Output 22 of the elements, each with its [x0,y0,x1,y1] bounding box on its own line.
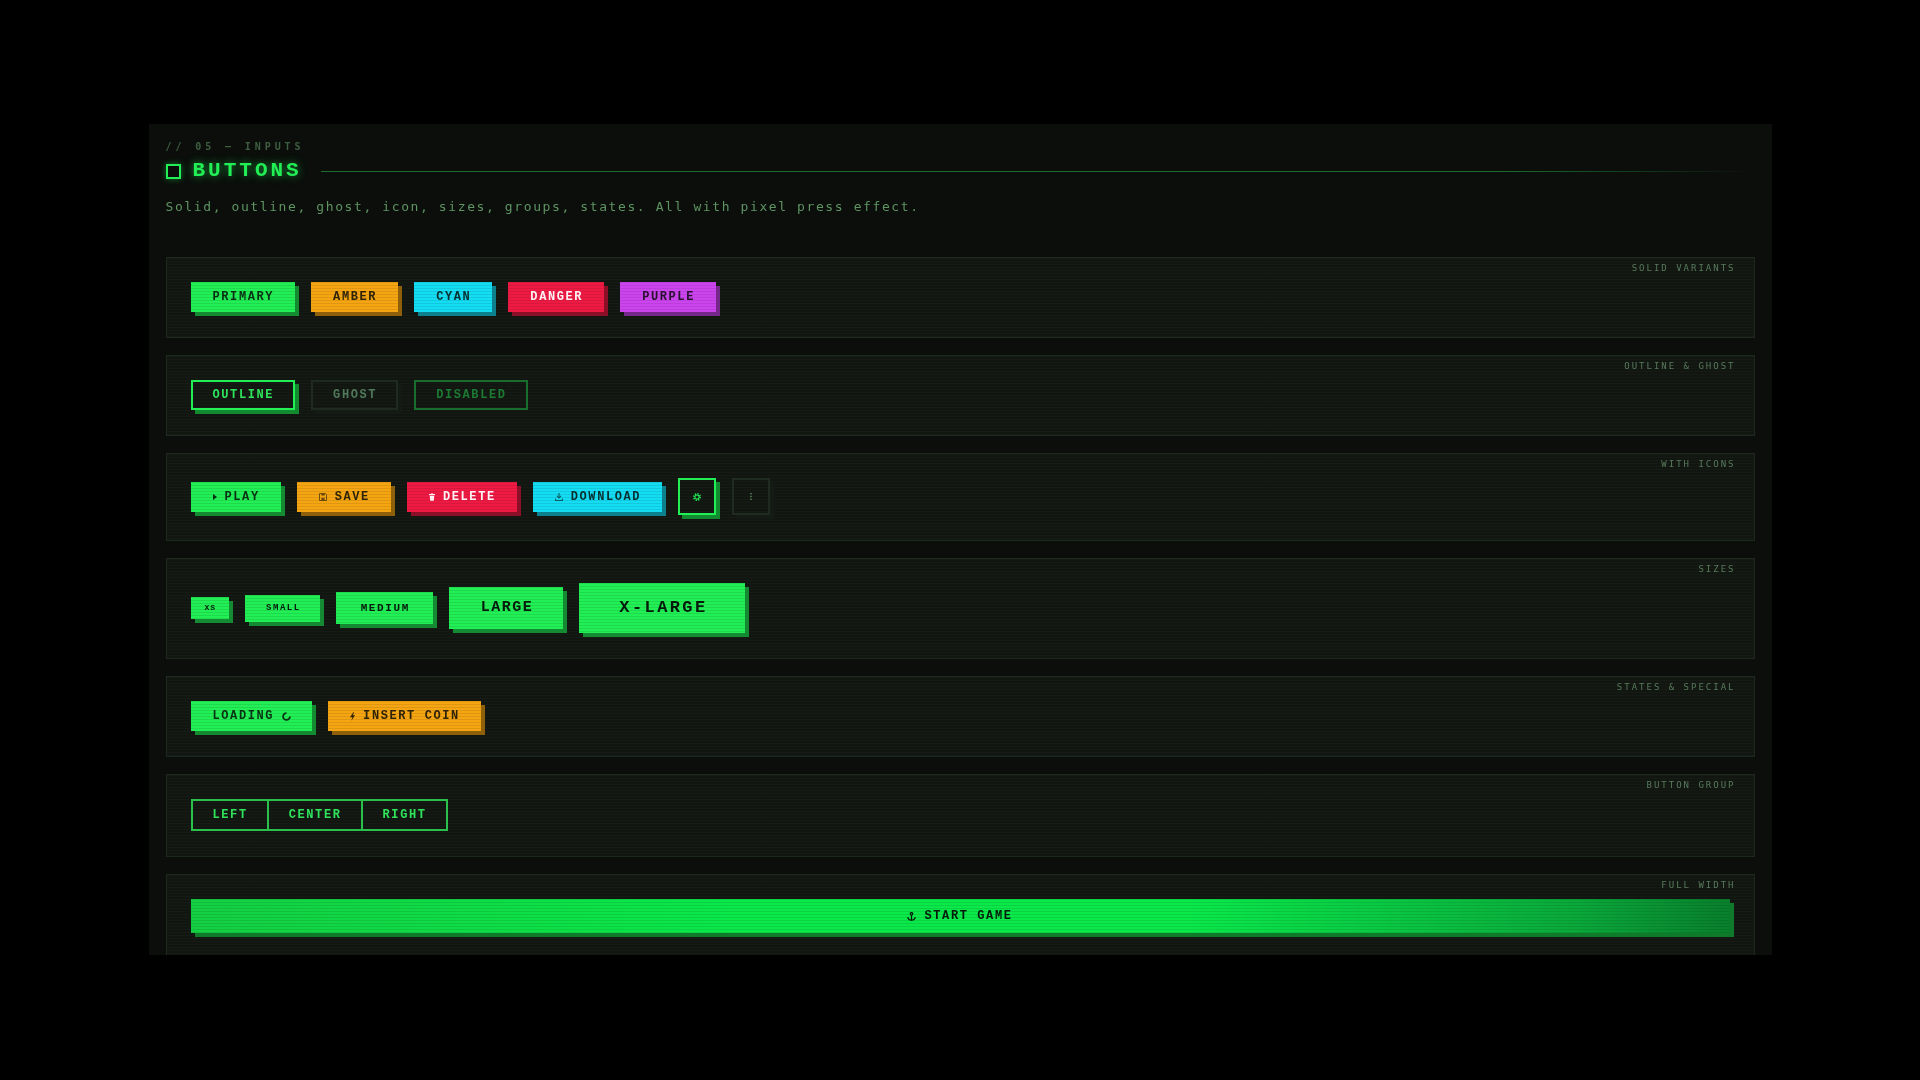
lightning-icon [350,711,356,721]
section-title: BUTTONS [192,160,302,182]
card-label: SIZES [1698,563,1736,575]
segment-button[interactable]: CENTER [266,799,363,831]
card-label: SOLID VARIANTS [1631,262,1736,274]
card-label: BUTTON GROUP [1646,779,1736,791]
card-label: OUTLINE & GHOST [1624,360,1736,372]
square-icon [165,163,181,179]
download-icon [554,492,563,501]
anchor-icon [907,911,917,921]
vertical-dots-icon [750,493,753,500]
card-label: FULL WIDTH [1661,879,1736,891]
trash-icon [428,492,435,501]
gear-icon [693,492,702,501]
section-eyebrow: // 05 — INPUTS [165,140,306,154]
play-icon [212,493,217,500]
section-description: Solid, outline, ghost, icon, sizes, groups, states. All with pixel press effect. [165,198,921,216]
card-label: WITH ICONS [1661,458,1736,470]
card-label: STATES & SPECIAL [1616,681,1736,693]
segment-button[interactable]: LEFT [190,799,269,831]
segment-button[interactable]: RIGHT [360,799,448,831]
floppy-icon [318,492,327,501]
